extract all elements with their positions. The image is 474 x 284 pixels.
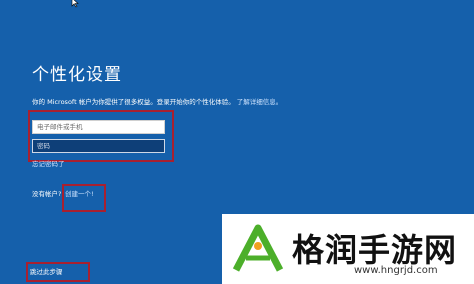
description-text: 你的 Microsoft 帐户为你提供了很多权益。登录开始你的个性化体验。 bbox=[32, 98, 235, 106]
forgot-password-link[interactable]: 忘记密码了 bbox=[32, 158, 65, 168]
no-account-label: 没有帐户? bbox=[32, 190, 62, 198]
learn-more-link[interactable]: 了解详细信息。 bbox=[237, 98, 283, 106]
password-field[interactable]: 密码 bbox=[32, 139, 165, 153]
create-account-link[interactable]: 创建一个! bbox=[65, 188, 94, 198]
mouse-cursor-icon bbox=[71, 0, 79, 8]
watermark-url: www.hngrjd.com bbox=[354, 265, 438, 276]
page-title: 个性化设置 bbox=[32, 65, 122, 85]
email-field[interactable]: 电子邮件或手机 bbox=[32, 120, 165, 134]
page-description: 你的 Microsoft 帐户为你提供了很多权益。登录开始你的个性化体验。 了解… bbox=[32, 96, 282, 106]
highlight-box-inputs bbox=[28, 110, 174, 162]
watermark-logo-icon bbox=[228, 220, 288, 278]
skip-step-link[interactable]: 跳过此步骤 bbox=[30, 266, 63, 276]
